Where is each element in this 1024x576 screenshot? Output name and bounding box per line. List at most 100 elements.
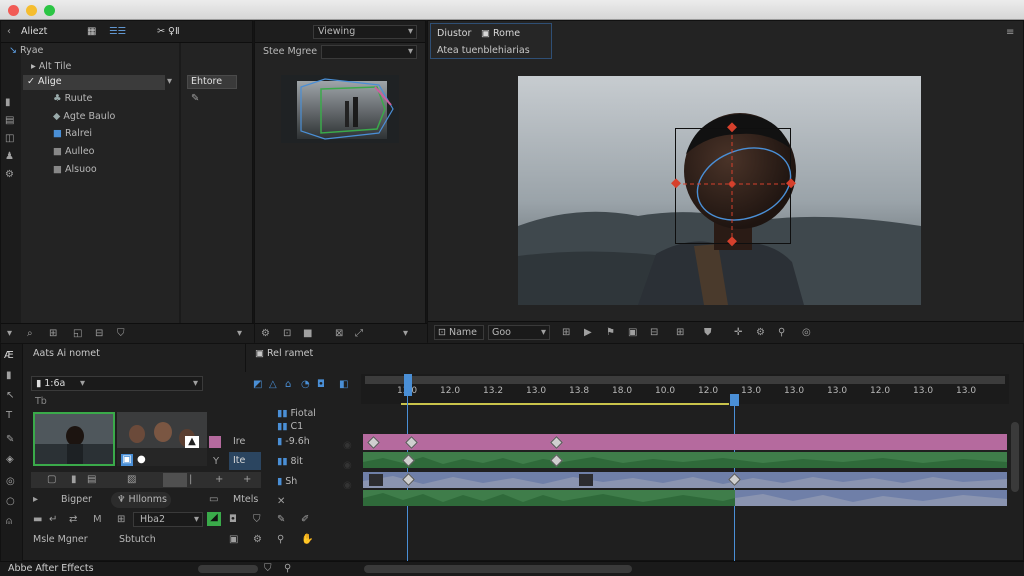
square-icon[interactable]: ◘ <box>317 379 325 391</box>
label-icon[interactable]: ▮ <box>71 474 77 486</box>
square-icon[interactable]: ▭ <box>209 494 218 506</box>
x-icon[interactable]: ✕ <box>277 496 285 508</box>
mask-icon[interactable]: ⊠ <box>335 328 343 340</box>
pen-icon[interactable]: ✎ <box>6 434 14 446</box>
tab-grid[interactable]: ☰☰ <box>109 26 126 37</box>
track-green[interactable] <box>363 452 1007 468</box>
tab-project[interactable]: Aliezt <box>21 26 47 37</box>
layer-mode-pill[interactable]: ♆ Hllonms <box>111 492 171 508</box>
effect-select[interactable]: ▾ <box>321 45 417 59</box>
zoom-select[interactable]: Goo ▾ <box>488 325 550 340</box>
playhead-in[interactable] <box>404 374 412 396</box>
triangle-icon[interactable]: △ <box>269 379 277 391</box>
mask-preview[interactable] <box>281 75 399 143</box>
plus-icon[interactable]: + <box>215 474 223 486</box>
m-icon[interactable]: M <box>93 514 102 526</box>
folder-icon[interactable]: ▮ <box>5 97 11 109</box>
track-pink[interactable] <box>363 434 1007 450</box>
settings-icon[interactable]: ⚙ <box>5 169 14 181</box>
pin-icon[interactable]: ✎ <box>191 93 199 105</box>
image-icon[interactable]: ⊞ <box>117 514 125 526</box>
link-icon[interactable]: ⚲ <box>284 563 291 575</box>
target-icon[interactable]: ◎ <box>802 327 811 339</box>
tab-tools[interactable]: ✂ ♀Ⅱ <box>157 26 180 37</box>
name-field[interactable]: ⊡ Name <box>434 325 484 340</box>
circle-icon[interactable]: ● <box>137 454 146 466</box>
eye-icon[interactable]: ◉ <box>343 480 352 492</box>
person-icon[interactable]: ♟ <box>5 151 14 163</box>
mask-path[interactable] <box>668 122 802 252</box>
zoom-slider[interactable] <box>198 565 258 573</box>
clip-marker[interactable] <box>369 474 383 486</box>
project-item[interactable]: ↘ Ryae <box>9 45 43 56</box>
project-item[interactable]: ■ Aulleo <box>53 146 94 157</box>
image-icon[interactable]: ▲ <box>185 436 199 448</box>
color-swatch[interactable] <box>209 436 221 448</box>
zoom-window-button[interactable] <box>44 5 55 16</box>
list-icon[interactable]: ▦ <box>87 26 96 38</box>
chevron-down-icon[interactable]: ▾ <box>237 328 242 340</box>
expand-icon[interactable]: ▸ <box>33 494 38 506</box>
text-icon[interactable]: T <box>6 410 12 422</box>
plus-icon[interactable]: + <box>243 474 251 486</box>
track-green-2[interactable] <box>363 490 1007 506</box>
region-icon[interactable]: ⊞ <box>676 327 684 339</box>
new-comp-icon[interactable]: ◱ <box>73 328 82 340</box>
search-icon[interactable]: ⌕ <box>27 328 33 340</box>
horizontal-scrollbar[interactable] <box>364 565 632 573</box>
enable-toggle[interactable]: ◢ <box>207 512 221 526</box>
gear-icon[interactable]: ⚙ <box>253 534 262 546</box>
crosshair-icon[interactable]: ✛ <box>734 327 742 339</box>
collapse-icon[interactable]: ▾ <box>7 328 12 340</box>
home-icon[interactable]: ⌂ <box>285 379 291 391</box>
pen-icon[interactable]: ✎ <box>277 514 285 526</box>
shield-icon[interactable]: ◈ <box>6 454 14 466</box>
tab-viewer[interactable]: Diustor <box>437 28 471 39</box>
time-field[interactable]: ▮ 1:6a ▾ ▾ <box>31 376 203 391</box>
layer-name[interactable]: Bigper <box>61 494 92 505</box>
eye-icon[interactable]: ◉ <box>343 440 352 452</box>
project-item[interactable]: ▸ Alt Tile <box>31 61 71 72</box>
work-area-range[interactable] <box>401 403 729 405</box>
hatch-icon[interactable]: ▨ <box>127 474 136 486</box>
new-folder-icon[interactable]: ⊞ <box>49 328 57 340</box>
split-icon[interactable]: ⇄ <box>69 514 77 526</box>
circle-icon[interactable]: ○ <box>6 496 15 508</box>
video-frame[interactable] <box>518 76 921 305</box>
trash-icon[interactable]: ⛉ <box>117 328 125 340</box>
hand-icon[interactable]: ✋ <box>301 534 313 546</box>
arrow-icon[interactable]: ↵ <box>49 514 57 526</box>
lock-icon[interactable]: ⛉ <box>253 514 261 526</box>
square-icon[interactable]: ▣ <box>229 534 238 546</box>
project-item[interactable]: ◆ Agte Baulo <box>53 111 115 122</box>
y-icon[interactable]: Y <box>213 456 219 468</box>
camera-icon[interactable]: ▣ <box>628 327 637 339</box>
project-item[interactable]: ■ Ralrei <box>53 128 92 139</box>
pointer-icon[interactable]: ↖ <box>6 390 14 402</box>
playhead[interactable] <box>730 394 739 406</box>
tag-icon[interactable]: ▤ <box>87 474 96 486</box>
eye-icon[interactable]: ◉ <box>343 460 352 472</box>
work-area-bar[interactable] <box>365 376 1005 384</box>
layer-row-highlight[interactable]: Ite <box>229 452 261 470</box>
cursor-icon[interactable]: ▮ <box>6 370 12 382</box>
layers-icon[interactable]: ▤ <box>5 115 14 127</box>
camera-icon[interactable]: ◎ <box>6 476 15 488</box>
play-icon[interactable]: ▶ <box>584 327 592 339</box>
project-item-selected[interactable]: ✓ Alige <box>23 75 165 90</box>
lock-icon[interactable]: ⛊ <box>704 327 712 339</box>
chevron-left-icon[interactable]: ‹ <box>7 26 11 38</box>
trash-icon[interactable]: ⛉ <box>264 563 272 575</box>
slider-handle[interactable] <box>163 473 187 487</box>
snapshot-icon[interactable]: ⚙ <box>756 327 765 339</box>
gear-icon[interactable]: ⚙ <box>261 328 270 340</box>
flag-icon[interactable]: ⚑ <box>606 327 615 339</box>
graph-icon[interactable]: ◔ <box>301 379 310 391</box>
settings-icon[interactable]: ⊟ <box>95 328 103 340</box>
menu-icon[interactable]: ≡ <box>1006 27 1014 39</box>
clip-marker[interactable] <box>579 474 593 486</box>
video-toggle-icon[interactable]: ▣ <box>121 454 133 466</box>
square-icon[interactable]: ▬ <box>33 514 42 526</box>
square-icon[interactable]: ■ <box>303 328 312 340</box>
stepper[interactable]: Hba2 ▾ <box>133 512 203 527</box>
